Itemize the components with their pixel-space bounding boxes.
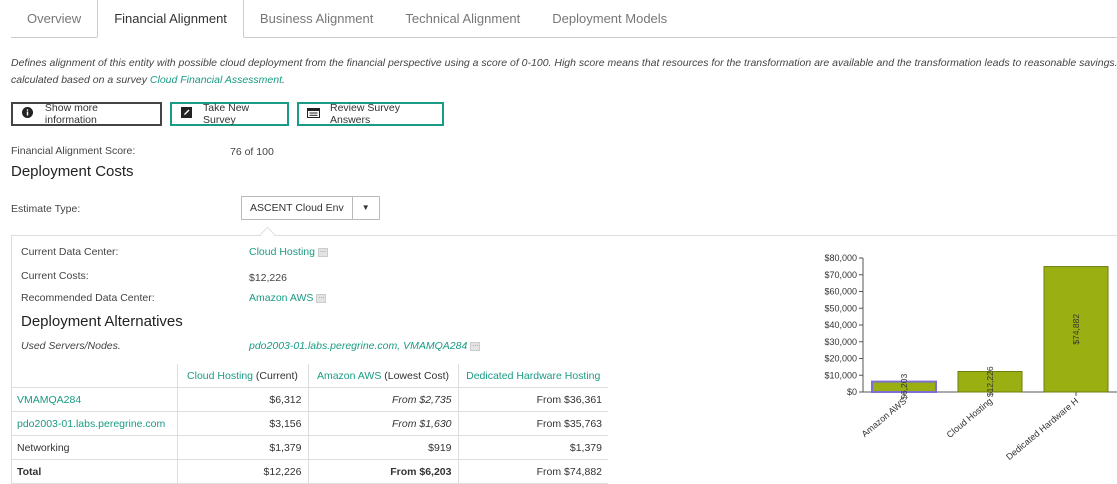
- recommended-data-center-value: Amazon AWS ···: [249, 292, 327, 304]
- cell-dedicated-hardware: From $35,763: [457, 411, 608, 436]
- server-link[interactable]: pdo2003-01.labs.peregrine.com: [17, 418, 165, 430]
- tab-financial-alignment[interactable]: Financial Alignment: [97, 0, 244, 38]
- more-icon[interactable]: ···: [316, 293, 327, 303]
- take-new-survey-button[interactable]: Take New Survey: [170, 102, 289, 126]
- tab-bar: Overview Financial Alignment Business Al…: [11, 0, 1117, 38]
- current-costs-value: $12,226: [249, 272, 287, 284]
- row-name: Total: [11, 459, 177, 484]
- current-data-center-value: Cloud Hosting ···: [249, 246, 328, 258]
- x-tick-label: Dedicated Hardware H: [1004, 396, 1080, 462]
- cell-amazon-aws: $919: [307, 435, 458, 460]
- more-icon[interactable]: ···: [470, 341, 481, 351]
- description-prefix: calculated based on a survey: [11, 74, 150, 86]
- description-line2: calculated based on a survey Cloud Finan…: [11, 72, 1117, 89]
- cell-cloud-hosting: $12,226: [176, 459, 308, 484]
- score-value: 76 of 100: [230, 146, 274, 158]
- table-header-cloud-hosting: Cloud Hosting (Current): [176, 364, 308, 388]
- y-tick-label: $20,000: [824, 354, 857, 364]
- y-tick-label: $50,000: [824, 303, 857, 313]
- show-more-label: Show more information: [44, 102, 98, 126]
- cost-comparison-chart: $0 $10,000 $20,000 $30,000 $40,000 $50,000 $60…: [824, 253, 1117, 462]
- cell-amazon-aws: From $1,630: [307, 411, 458, 436]
- cell-amazon-aws: From $6,203: [307, 459, 458, 484]
- tab-deployment-models[interactable]: Deployment Models: [536, 0, 683, 37]
- table-row: pdo2003-01.labs.peregrine.com $3,156 Fro…: [11, 411, 608, 436]
- score-label: Financial Alignment Score:: [11, 145, 136, 157]
- y-tick-label: $60,000: [824, 287, 857, 297]
- dedicated-hardware-header-link[interactable]: Dedicated Hardware Hosting: [466, 370, 600, 382]
- y-tick-label: $40,000: [824, 320, 857, 330]
- x-tick-label: Amazon AWS: [860, 396, 909, 439]
- y-tick-label: $10,000: [824, 370, 857, 380]
- cell-dedicated-hardware: From $36,361: [457, 387, 608, 412]
- edit-icon: [180, 107, 193, 121]
- estimate-type-label: Estimate Type:: [11, 203, 81, 215]
- description-line1: Defines alignment of this entity with po…: [11, 57, 1117, 69]
- cell-cloud-hosting: $3,156: [176, 411, 308, 436]
- description-suffix: .: [282, 74, 285, 86]
- more-icon[interactable]: ···: [317, 247, 328, 257]
- row-name-link[interactable]: VMAMQA284: [11, 387, 177, 412]
- used-servers-value: pdo2003-01.labs.peregrine.com, VMAMQA284…: [249, 340, 481, 352]
- y-tick-label: $70,000: [824, 270, 857, 280]
- amazon-aws-header-suffix: (Lowest Cost): [381, 369, 450, 382]
- table-row-total: Total $12,226 From $6,203 From $74,882: [11, 459, 608, 484]
- description: Defines alignment of this entity with po…: [11, 55, 1117, 89]
- used-servers-label: Used Servers/Nodes.: [21, 340, 121, 352]
- x-tick-label: Cloud Hosting: [945, 396, 995, 440]
- current-costs-label: Current Costs:: [21, 270, 89, 282]
- info-icon: [21, 107, 35, 121]
- table-header-row: Cloud Hosting (Current) Amazon AWS (Lowe…: [11, 364, 608, 388]
- recommended-data-center-label: Recommended Data Center:: [21, 292, 155, 304]
- cell-dedicated-hardware: From $74,882: [457, 459, 608, 484]
- amazon-aws-header-link[interactable]: Amazon AWS: [317, 370, 381, 382]
- cloud-hosting-header-link[interactable]: Cloud Hosting: [187, 370, 253, 382]
- deployment-alternatives-title: Deployment Alternatives: [21, 313, 183, 330]
- estimate-type-select[interactable]: ASCENT Cloud Env ▼: [241, 196, 380, 220]
- tab-overview[interactable]: Overview: [11, 0, 97, 37]
- tab-business-alignment[interactable]: Business Alignment: [244, 0, 389, 37]
- table-header-empty: [11, 364, 177, 388]
- y-tick-label: $30,000: [824, 337, 857, 347]
- survey-link[interactable]: Cloud Financial Assessment: [150, 74, 282, 86]
- show-more-information-button[interactable]: Show more information: [11, 102, 162, 126]
- review-survey-answers-button[interactable]: Review Survey Answers: [297, 102, 444, 126]
- alternatives-table: Cloud Hosting (Current) Amazon AWS (Lowe…: [11, 364, 608, 484]
- table-header-dedicated-hardware: Dedicated Hardware Hosting: [457, 364, 608, 388]
- cell-cloud-hosting: $6,312: [176, 387, 308, 412]
- row-name-link[interactable]: pdo2003-01.labs.peregrine.com: [11, 411, 177, 436]
- server-link[interactable]: VMAMQA284: [17, 394, 81, 406]
- estimate-type-value: ASCENT Cloud Env: [242, 197, 353, 219]
- cell-amazon-aws: From $2,735: [307, 387, 458, 412]
- y-tick-label: $80,000: [824, 253, 857, 263]
- current-data-center-label: Current Data Center:: [21, 246, 119, 258]
- y-tick-label: $0: [847, 387, 857, 397]
- used-servers-link[interactable]: pdo2003-01.labs.peregrine.com, VMAMQA284: [249, 340, 467, 352]
- chevron-down-icon[interactable]: ▼: [353, 197, 379, 219]
- cell-dedicated-hardware: $1,379: [457, 435, 608, 460]
- list-icon: [307, 107, 320, 121]
- bar-value-label: $74,882: [1071, 314, 1081, 345]
- table-row: Networking $1,379 $919 $1,379: [11, 435, 608, 460]
- cell-cloud-hosting: $1,379: [176, 435, 308, 460]
- recommended-data-center-link[interactable]: Amazon AWS: [249, 292, 313, 304]
- table-header-amazon-aws: Amazon AWS (Lowest Cost): [307, 364, 458, 388]
- deployment-costs-title: Deployment Costs: [11, 163, 134, 180]
- row-name: Networking: [11, 435, 177, 460]
- cloud-hosting-header-suffix: (Current): [253, 369, 298, 382]
- current-data-center-link[interactable]: Cloud Hosting: [249, 246, 315, 258]
- review-survey-answers-label: Review Survey Answers: [330, 102, 401, 126]
- tab-technical-alignment[interactable]: Technical Alignment: [389, 0, 536, 37]
- table-row: VMAMQA284 $6,312 From $2,735 From $36,36…: [11, 387, 608, 412]
- take-new-survey-label: Take New Survey: [203, 102, 250, 126]
